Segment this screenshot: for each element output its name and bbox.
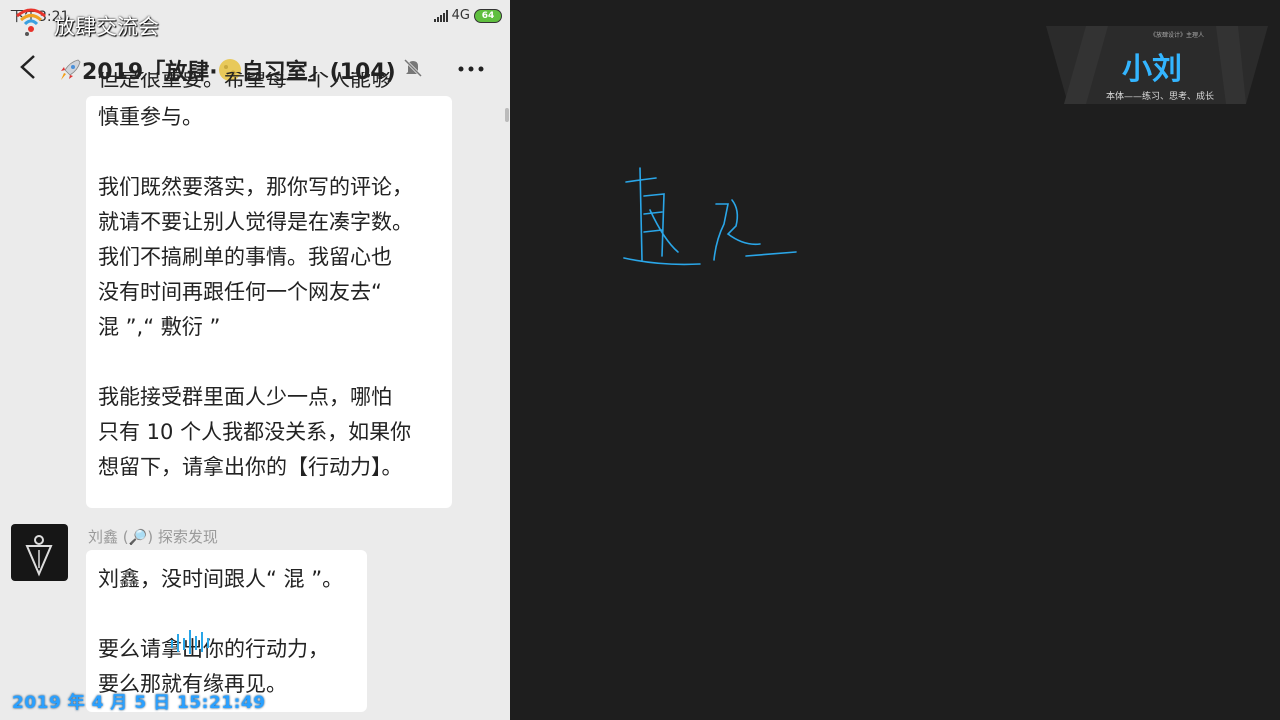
status-bar: 下午3:21 放肆交流会 4G 64 bbox=[0, 0, 510, 39]
audio-wave-icon bbox=[171, 630, 209, 654]
logo-subtitle: 本体——练习、思考、成长 bbox=[1105, 92, 1214, 102]
handwriting-strokes bbox=[623, 167, 797, 266]
sender-name: 刘鑫 (🔎) 探索发现 bbox=[88, 528, 218, 546]
signal-icon bbox=[433, 9, 448, 22]
status-indicators: 4G 64 bbox=[433, 8, 502, 23]
avatar[interactable] bbox=[11, 524, 68, 581]
rocket-icon bbox=[61, 59, 81, 80]
message-line: 慎重参与。 bbox=[98, 105, 203, 129]
message-line: 要么请拿出你的行动力， bbox=[98, 637, 329, 661]
logo-caption: 《放肆设计》主理人 bbox=[1150, 32, 1205, 39]
message-line: 刘鑫，没时间跟人“ 混 ”。 bbox=[98, 567, 344, 591]
avatar-logo-icon bbox=[25, 535, 53, 577]
logo-name: 小刘 bbox=[1122, 52, 1182, 87]
network-type: 4G bbox=[451, 8, 470, 23]
scrollbar[interactable] bbox=[505, 108, 509, 122]
mute-bell-icon bbox=[403, 58, 423, 78]
message-line: 混 ”,“ 敷衍 ” bbox=[98, 315, 221, 339]
message-line: 我们既然要落实，那你写的评论， bbox=[98, 175, 413, 199]
message-line: 我们不搞刷单的事情。我留心也 bbox=[98, 245, 392, 269]
battery-icon: 64 bbox=[474, 8, 502, 23]
message-line: 只有 10 个人我都没关系，如果你 bbox=[98, 420, 412, 444]
video-timestamp: 2019 年 4 月 5 日 15:21:49 bbox=[12, 693, 266, 713]
back-arrow-icon[interactable] bbox=[14, 52, 44, 82]
watermark-title: 放肆交流会 bbox=[54, 15, 159, 39]
more-options-icon[interactable] bbox=[456, 56, 486, 82]
wifi-logo-icon bbox=[16, 8, 46, 36]
message-line: 就请不要让别人觉得是在凑字数。 bbox=[98, 210, 413, 234]
message-bubble[interactable]: 但是很重要。希望每一个人能够 慎重参与。 我们既然要落实，那你写的评论， 就请不… bbox=[86, 72, 452, 508]
message-line: 我能接受群里面人少一点，哪怕 bbox=[98, 385, 392, 409]
message-line: 没有时间再跟任何一个网友去“ bbox=[98, 280, 382, 304]
phone-screen: 下午3:21 放肆交流会 4G 64 2019「放肆· 自习室」(104) 但是… bbox=[0, 0, 510, 720]
message-partial-line: 但是很重要。希望每一个人能够 bbox=[98, 72, 392, 91]
message-line: 想留下，请拿出你的【行动力】。 bbox=[98, 455, 403, 479]
